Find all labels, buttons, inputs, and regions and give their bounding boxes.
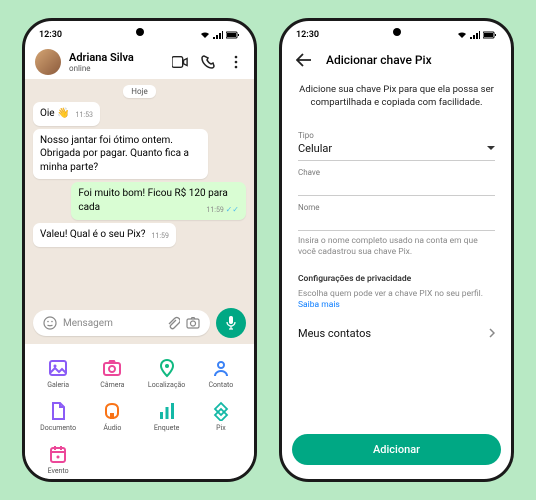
contact-info[interactable]: Adriana Silva online	[69, 51, 164, 73]
attach-label: Galeria	[47, 381, 69, 389]
signal-icon	[470, 31, 480, 39]
message-list: Oie 👋11:53 Nosso jantar foi ótimo ontem.…	[25, 102, 254, 302]
back-icon[interactable]	[296, 53, 312, 67]
attach-áudio[interactable]: Áudio	[87, 397, 137, 436]
attachment-panel: Galeria Câmera Localização Contato Documento…	[25, 344, 254, 479]
more-icon[interactable]	[228, 54, 244, 70]
poll-icon	[157, 401, 177, 421]
camera-notch	[136, 28, 144, 36]
attach-documento[interactable]: Documento	[33, 397, 83, 436]
attach-câmera[interactable]: Câmera	[87, 354, 137, 393]
phone-pix: 12:30 Adicionar chave Pix Adicione sua c…	[279, 18, 514, 482]
form-intro: Adicione sua chave Pix para que ela poss…	[298, 83, 495, 110]
avatar[interactable]	[35, 49, 61, 75]
status-time: 12:30	[39, 30, 62, 40]
input-bar: Mensagem	[25, 302, 254, 344]
signal-icon	[213, 31, 223, 39]
status-icons	[200, 31, 240, 39]
contact-status: online	[69, 64, 164, 73]
key-input[interactable]	[298, 182, 495, 196]
message-time: 11:53	[76, 111, 93, 120]
type-select[interactable]: Celular	[298, 142, 495, 161]
video-call-icon[interactable]	[172, 54, 188, 70]
attach-contato[interactable]: Contato	[196, 354, 246, 393]
phone-chat: 12:30 Adriana Silva online Hoje Oie 👋11:	[22, 18, 257, 482]
type-label: Tipo	[298, 131, 495, 140]
contacts-label: Meus contatos	[298, 327, 371, 340]
voice-call-icon[interactable]	[200, 54, 216, 70]
emoji-icon[interactable]	[43, 316, 57, 330]
page-title: Adicionar chave Pix	[326, 53, 432, 67]
privacy-heading: Configurações de privacidade	[298, 274, 495, 284]
wifi-icon	[200, 31, 210, 39]
gallery-icon	[48, 358, 68, 378]
attach-enquete[interactable]: Enquete	[142, 397, 192, 436]
battery-icon	[226, 31, 240, 39]
attach-label: Áudio	[103, 424, 121, 432]
date-label: Hoje	[123, 85, 155, 98]
attach-label: Documento	[40, 424, 76, 432]
audio-icon	[102, 401, 122, 421]
mic-icon	[225, 315, 237, 331]
attach-label: Câmera	[100, 381, 124, 389]
attach-label: Enquete	[154, 424, 179, 432]
message-bubble[interactable]: Nosso jantar foi ótimo ontem. Obrigada p…	[33, 129, 208, 180]
type-value: Celular	[298, 142, 332, 155]
mic-button[interactable]	[216, 308, 246, 338]
attach-label: Evento	[48, 467, 69, 475]
document-icon	[48, 401, 68, 421]
pix-form: Adicione sua chave Pix para que ela poss…	[282, 75, 511, 434]
attach-localização[interactable]: Localização	[142, 354, 192, 393]
message-time: 11:59	[151, 232, 168, 241]
message-time: 11:59 ✓✓	[206, 205, 239, 216]
privacy-text: Escolha quem pode ver a chave PIX no seu…	[298, 289, 495, 311]
contacts-selector[interactable]: Meus contatos	[298, 323, 495, 344]
status-icons	[457, 31, 497, 39]
attach-label: Contato	[209, 381, 234, 389]
attach-pix[interactable]: Pix	[196, 397, 246, 436]
attach-evento[interactable]: Evento	[33, 440, 83, 479]
name-helper: Insira o nome completo usado na conta em…	[298, 236, 495, 258]
name-label: Nome	[298, 203, 495, 212]
status-time: 12:30	[296, 30, 319, 40]
learn-more-link[interactable]: Saiba mais	[298, 300, 340, 310]
attach-label: Localização	[148, 381, 185, 389]
message-input[interactable]: Mensagem	[33, 310, 210, 336]
battery-icon	[483, 31, 497, 39]
chevron-right-icon	[489, 328, 495, 338]
message-bubble[interactable]: Valeu! Qual é o seu Pix?11:59	[33, 223, 176, 247]
name-input[interactable]	[298, 217, 495, 231]
message-bubble[interactable]: Oie 👋11:53	[33, 102, 100, 126]
dropdown-icon	[487, 146, 495, 151]
add-button[interactable]: Adicionar	[292, 434, 501, 465]
attach-icon[interactable]	[166, 316, 180, 330]
wifi-icon	[457, 31, 467, 39]
pix-icon	[211, 401, 231, 421]
event-icon	[48, 444, 68, 464]
contact-icon	[211, 358, 231, 378]
attach-galeria[interactable]: Galeria	[33, 354, 83, 393]
message-bubble[interactable]: Foi muito bom! Ficou R$ 120 para cada11:…	[71, 182, 246, 220]
camera-icon	[102, 358, 122, 378]
attach-label: Pix	[216, 424, 226, 432]
key-label: Chave	[298, 168, 495, 177]
camera-icon[interactable]	[186, 317, 200, 329]
input-placeholder: Mensagem	[63, 318, 160, 329]
location-icon	[157, 358, 177, 378]
screen-header: Adicionar chave Pix	[282, 45, 511, 75]
chat-header: Adriana Silva online	[25, 45, 254, 79]
camera-notch	[393, 28, 401, 36]
chat-background: Hoje Oie 👋11:53 Nosso jantar foi ótimo o…	[25, 79, 254, 344]
contact-name: Adriana Silva	[69, 51, 164, 64]
